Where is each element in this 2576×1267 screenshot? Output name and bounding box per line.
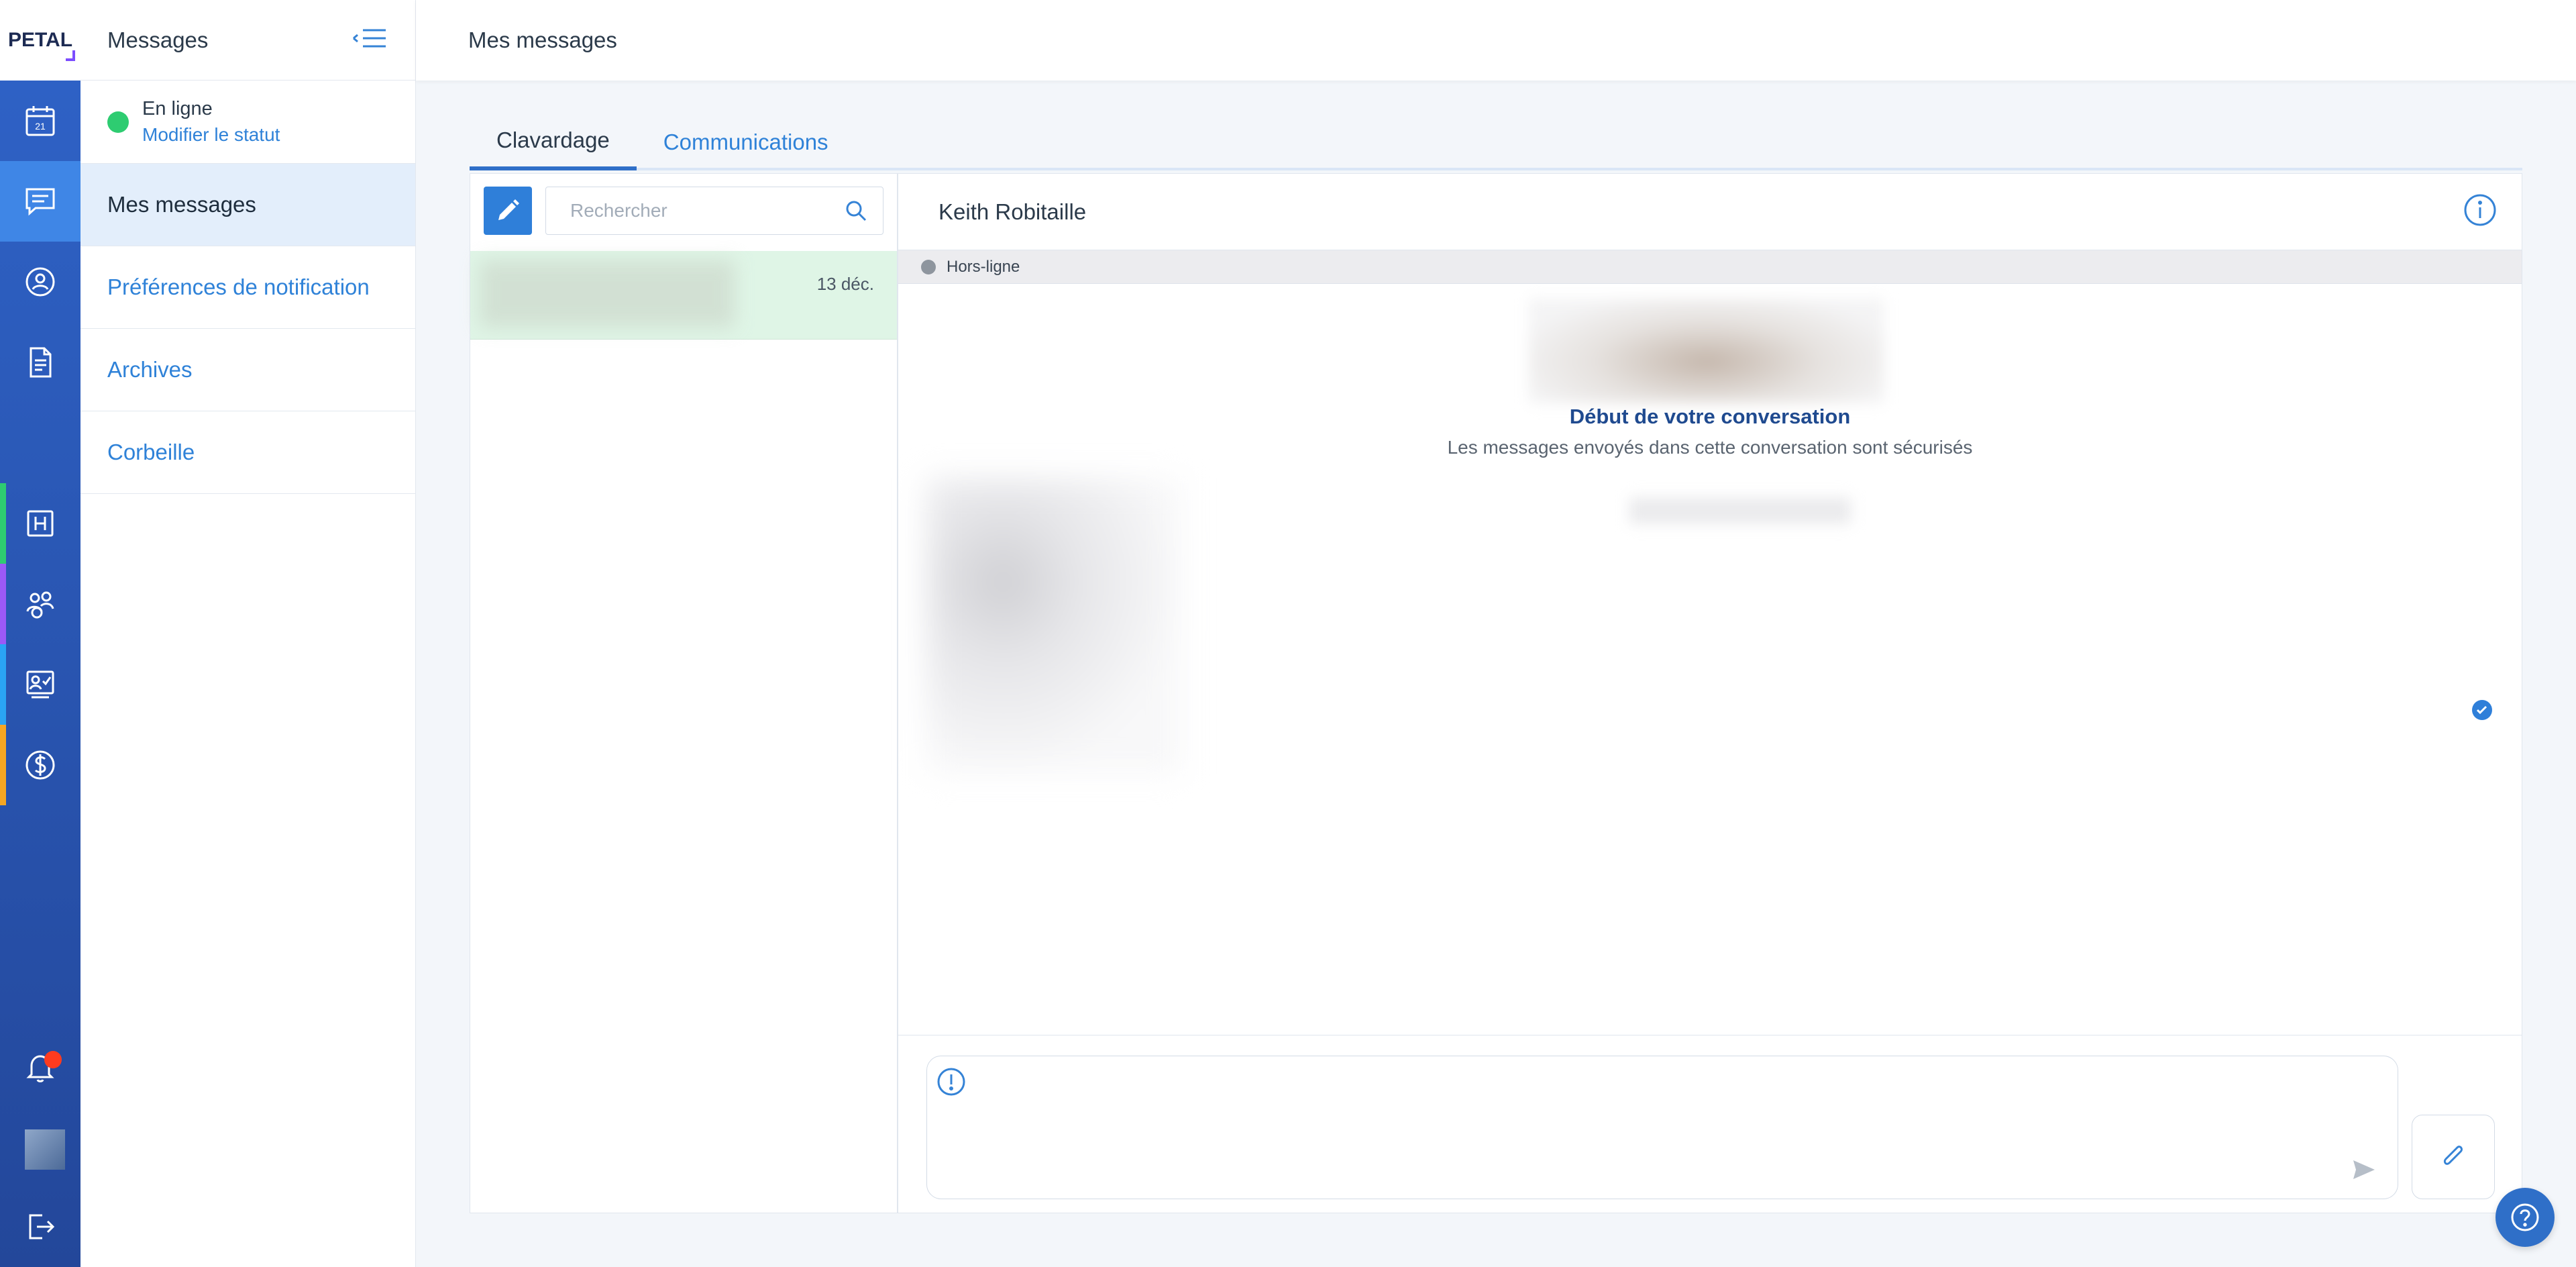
search-icon[interactable]	[844, 199, 868, 223]
chat-header: Keith Robitaille	[898, 174, 2522, 250]
new-message-button[interactable]	[484, 187, 532, 235]
conversation-start-title: Début de votre conversation	[1569, 405, 1851, 428]
messages-submenu: Messages En ligne Modifier le statut Mes…	[80, 0, 416, 1267]
date-separator-redacted	[1629, 497, 1851, 524]
conversation-date: 13 déc.	[816, 274, 874, 294]
menu-notification-preferences[interactable]: Préférences de notification	[80, 246, 415, 329]
change-status-link[interactable]: Modifier le statut	[142, 124, 280, 146]
checklist-icon	[26, 670, 54, 699]
chat-panel: Keith Robitaille Hors-ligne Début de vot…	[898, 173, 2522, 1213]
top-bar: Mes messages	[416, 0, 2576, 81]
rail-accent-stripe	[0, 483, 6, 564]
tab-chat[interactable]: Clavardage	[470, 114, 637, 170]
paperclip-icon	[2443, 1146, 2463, 1165]
conversation-preview-redacted	[480, 260, 735, 327]
status-dot	[107, 111, 129, 133]
submenu-header: Messages	[80, 0, 415, 81]
left-rail: PETAL 21	[0, 0, 80, 1267]
rail-accent-stripe	[0, 725, 6, 805]
search-box	[545, 187, 883, 235]
collapse-menu-icon[interactable]	[348, 25, 388, 55]
logo-text: PETAL	[7, 29, 76, 61]
help-icon	[2511, 1203, 2539, 1231]
message-bubble-redacted	[926, 478, 1181, 774]
presence-label: Hors-ligne	[947, 257, 1020, 276]
status-label: En ligne	[142, 98, 213, 119]
conversation-list: 13 déc.	[470, 173, 898, 1213]
conversation-item[interactable]: 13 déc.	[470, 251, 897, 340]
rail-calendar[interactable]: 21	[0, 81, 80, 161]
message-tabs: Clavardage Communications	[470, 114, 2522, 170]
rail-accent-stripe	[0, 564, 6, 644]
menu-archives[interactable]: Archives	[80, 329, 415, 411]
dollar-icon	[25, 750, 55, 780]
online-status: En ligne Modifier le statut	[80, 81, 415, 164]
notification-badge	[44, 1051, 62, 1068]
read-receipt-icon	[2472, 700, 2492, 720]
help-button[interactable]	[2496, 1188, 2555, 1247]
message-input[interactable]	[981, 1070, 2336, 1177]
logo[interactable]: PETAL	[0, 0, 80, 81]
pencil-icon	[498, 199, 519, 220]
send-icon[interactable]	[2351, 1156, 2377, 1186]
rail-notifications[interactable]	[0, 1027, 80, 1107]
menu-trash[interactable]: Corbeille	[80, 411, 415, 494]
calendar-icon: 21	[25, 106, 55, 136]
submenu-title: Messages	[107, 27, 209, 52]
hospital-icon	[27, 510, 54, 537]
contact-avatar-redacted	[1529, 299, 1884, 403]
messages-area: Début de votre conversation Les messages…	[898, 284, 2522, 1035]
rail-documents[interactable]	[0, 322, 80, 403]
logout-icon	[29, 1214, 55, 1239]
rail-accent-stripe	[0, 644, 6, 725]
attach-button[interactable]	[2412, 1115, 2495, 1199]
search-input[interactable]	[570, 200, 844, 221]
menu-my-messages[interactable]: Mes messages	[80, 164, 415, 246]
rail-logout[interactable]	[0, 1186, 80, 1267]
presence-bar: Hors-ligne	[898, 250, 2522, 284]
user-circle-icon	[25, 267, 55, 297]
avatar[interactable]	[25, 1129, 65, 1170]
contact-name: Keith Robitaille	[938, 199, 1087, 224]
rail-messages[interactable]	[0, 161, 80, 242]
svg-text:21: 21	[35, 121, 46, 132]
group-icon	[26, 591, 54, 619]
rail-profile[interactable]	[0, 242, 80, 322]
conversation-start-subtitle: Les messages envoyés dans cette conversa…	[1447, 437, 1973, 458]
rail-billing[interactable]	[0, 725, 80, 805]
info-icon[interactable]	[2463, 193, 2498, 231]
page-title: Mes messages	[468, 28, 617, 52]
chat-icon	[25, 188, 55, 216]
warning-icon[interactable]	[935, 1066, 967, 1101]
document-icon	[30, 347, 52, 378]
presence-dot	[921, 259, 936, 274]
message-composer	[926, 1056, 2398, 1199]
rail-hospital[interactable]	[0, 483, 80, 564]
rail-groups[interactable]	[0, 564, 80, 644]
tab-communications[interactable]: Communications	[637, 114, 855, 170]
rail-tasks[interactable]	[0, 644, 80, 725]
